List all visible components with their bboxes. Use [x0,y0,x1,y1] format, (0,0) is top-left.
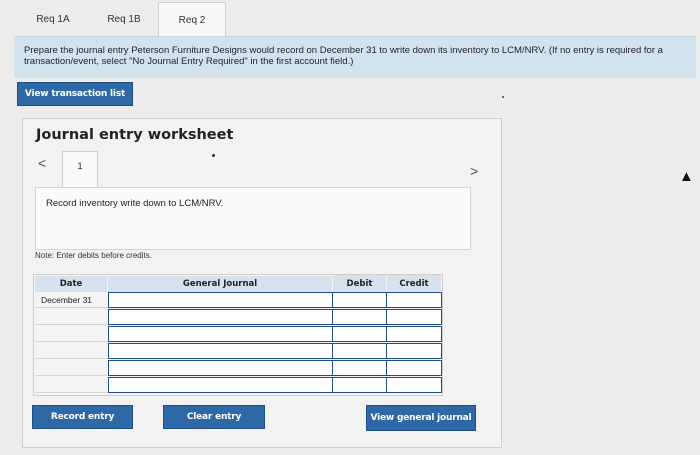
credit-input[interactable] [386,377,442,393]
credit-input[interactable] [386,343,442,359]
account-select[interactable] [108,377,333,393]
clear-entry-button[interactable]: Clear entry [163,405,265,429]
credit-input[interactable] [386,360,442,376]
table-row-date: December 31 [35,292,107,308]
table-row-date [35,326,107,342]
column-header-credit: Credit [387,275,441,293]
instruction-banner: Prepare the journal entry Peterson Furni… [14,36,696,78]
decorative-dot [502,96,504,98]
account-select[interactable] [108,292,333,308]
previous-entry-arrow-icon[interactable]: < [38,155,46,171]
table-row-date [35,309,107,325]
debit-input[interactable] [332,360,387,376]
column-header-debit: Debit [333,275,386,293]
account-select[interactable] [108,360,333,376]
requirement-tabs: Req 1A Req 1B Req 2 [14,0,700,37]
column-header-date: Date [35,276,107,292]
account-select[interactable] [108,326,333,342]
tab-req-2[interactable]: Req 2 [158,2,226,37]
worksheet-title: Journal entry worksheet [36,127,234,143]
entry-number-tab[interactable]: 1 [62,151,98,187]
tab-req-1a[interactable]: Req 1A [24,4,82,34]
debit-input[interactable] [332,292,387,308]
next-entry-arrow-icon[interactable]: > [470,163,478,179]
column-header-general-journal: General Journal [108,276,332,292]
record-entry-button[interactable]: Record entry [32,405,133,429]
credit-input[interactable] [386,292,442,308]
account-select[interactable] [108,343,333,359]
view-general-journal-button[interactable]: View general journal [366,405,476,431]
credit-input[interactable] [386,309,442,325]
debit-credit-note: Note: Enter debits before credits. [35,251,152,260]
debit-input[interactable] [332,343,387,359]
tab-req-1b[interactable]: Req 1B [94,4,154,34]
mouse-cursor-icon: ▲ [679,168,694,185]
decorative-dot [212,154,215,157]
debit-input[interactable] [332,377,387,393]
entry-description: Record inventory write down to LCM/NRV. [35,187,471,250]
account-select[interactable] [108,309,333,325]
credit-input[interactable] [386,326,442,342]
view-transaction-list-button[interactable]: View transaction list [17,82,133,106]
table-row-date [35,360,107,376]
table-row-date [35,377,107,393]
debit-input[interactable] [332,309,387,325]
debit-input[interactable] [332,326,387,342]
table-row-date [35,343,107,359]
